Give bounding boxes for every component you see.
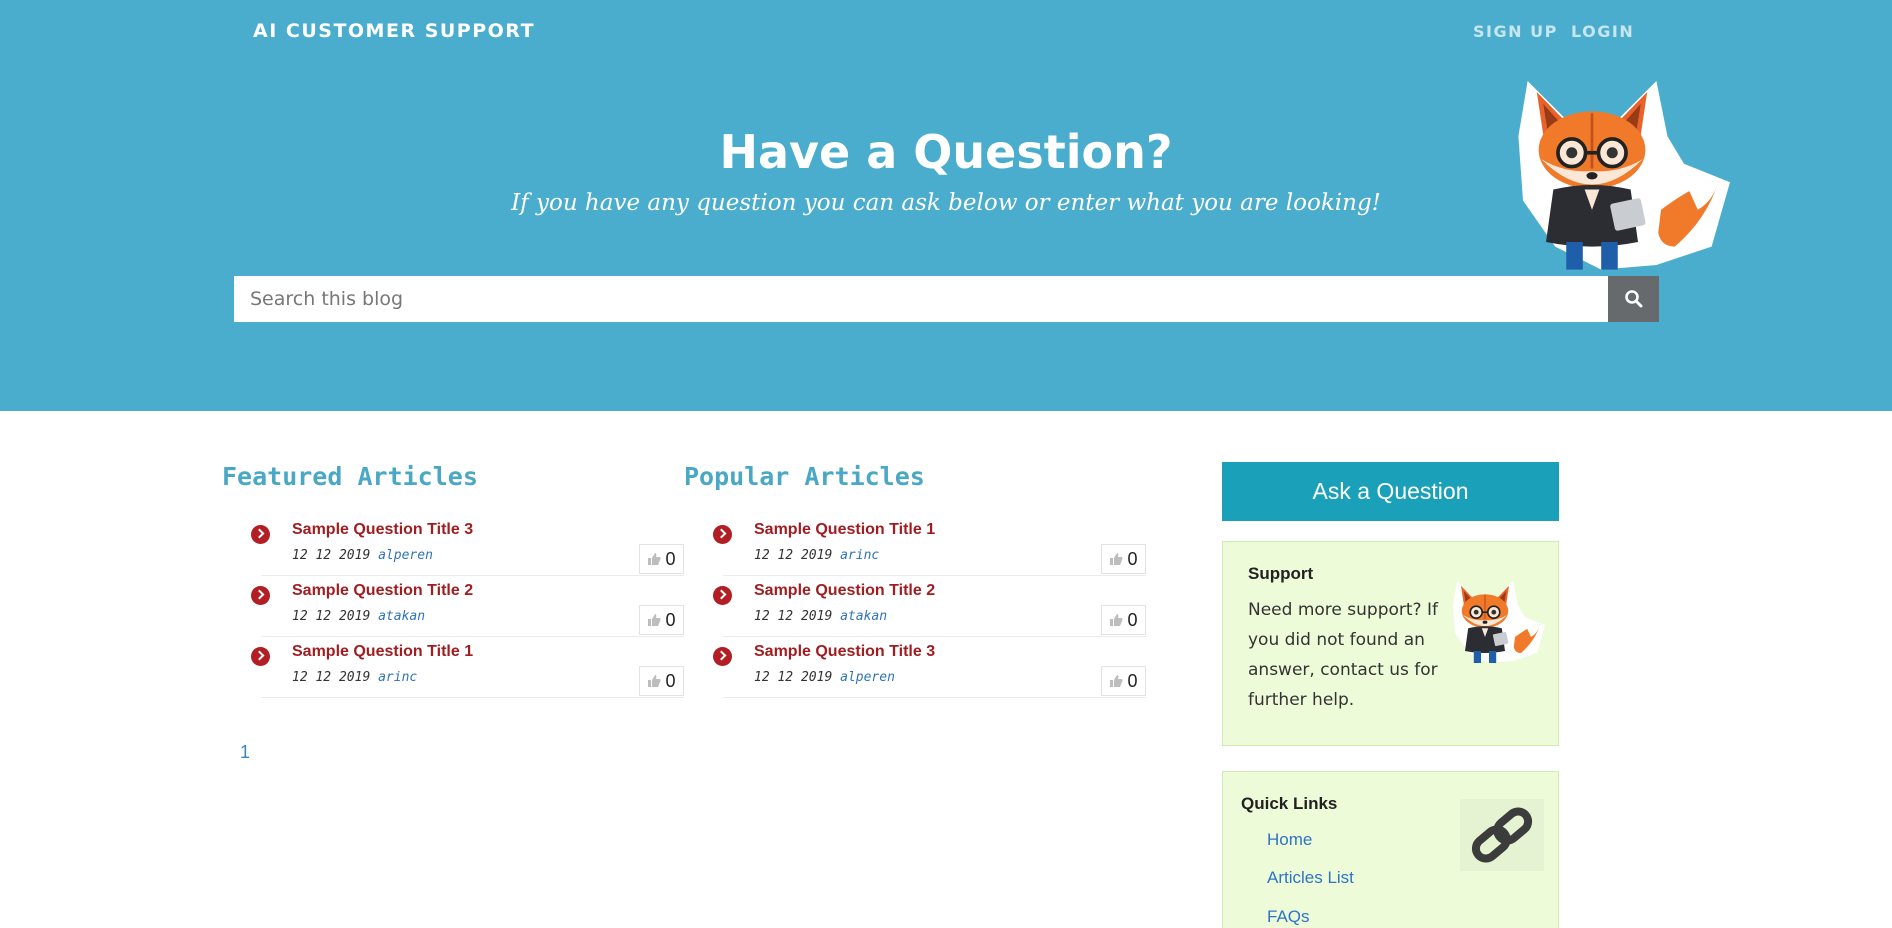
chevron-right-icon [251,586,270,605]
chevron-right-icon [251,647,270,666]
thumbs-up-icon [1110,614,1123,626]
search-button[interactable] [1608,276,1659,322]
like-count: 0 [665,609,676,630]
article-date: 12 12 2019 [754,548,833,563]
list-item: Sample Question Title 2 12 12 2019 ataka… [251,576,684,637]
quick-link-home[interactable]: Home [1267,830,1312,850]
hero-subtitle: If you have any question you can ask bel… [511,190,1381,216]
pagination-page-link[interactable]: 1 [240,742,250,763]
article-meta: 12 12 2019 arinc [754,548,879,563]
featured-articles-title: Featured Articles [222,462,478,491]
like-count: 0 [665,670,676,691]
support-panel: Support Need more support? If you did no… [1222,541,1559,746]
site-logo[interactable]: AI CUSTOMER SUPPORT [253,20,535,42]
support-text: Need more support? If you did not found … [1248,600,1438,710]
article-title-link[interactable]: Sample Question Title 1 [292,643,473,661]
link-icon [1460,799,1544,871]
ask-question-button[interactable]: Ask a Question [1222,462,1559,521]
article-author-link[interactable]: atakan [378,609,425,624]
article-meta: 12 12 2019 arinc [292,670,417,685]
article-title-link[interactable]: Sample Question Title 3 [292,521,473,539]
chevron-right-icon [713,647,732,666]
quick-links-panel: Quick Links Home Articles List FAQs [1222,771,1559,928]
article-author-link[interactable]: atakan [840,609,887,624]
article-meta: 12 12 2019 alperen [292,548,433,563]
article-title-link[interactable]: Sample Question Title 2 [292,582,473,600]
quick-links-title: Quick Links [1241,794,1338,813]
list-item: Sample Question Title 3 12 12 2019 alper… [251,515,684,576]
like-button[interactable]: 0 [639,544,684,574]
featured-articles-list: Sample Question Title 3 12 12 2019 alper… [251,515,684,698]
article-author-link[interactable]: alperen [378,548,433,563]
thumbs-up-icon [648,614,661,626]
article-meta: 12 12 2019 alperen [754,670,895,685]
article-title-link[interactable]: Sample Question Title 1 [754,521,935,539]
article-title-link[interactable]: Sample Question Title 3 [754,643,935,661]
quick-link-faqs[interactable]: FAQs [1267,907,1310,927]
article-date: 12 12 2019 [292,609,371,624]
login-link[interactable]: LOGIN [1571,22,1634,41]
fox-mascot-icon [1452,580,1545,664]
chevron-right-icon [713,586,732,605]
article-author-link[interactable]: arinc [378,670,417,685]
article-date: 12 12 2019 [754,670,833,685]
thumbs-up-icon [648,675,661,687]
thumbs-up-icon [648,553,661,565]
signup-link[interactable]: SIGN UP [1473,22,1558,41]
like-count: 0 [1127,548,1138,569]
chevron-right-icon [713,525,732,544]
list-item: Sample Question Title 1 12 12 2019 arinc… [713,515,1146,576]
search-input[interactable] [234,276,1611,322]
article-meta: 12 12 2019 atakan [292,609,425,624]
like-button[interactable]: 0 [1101,605,1146,635]
popular-articles-list: Sample Question Title 1 12 12 2019 arinc… [713,515,1146,698]
thumbs-up-icon [1110,553,1123,565]
hero-banner: AI CUSTOMER SUPPORT SIGN UP LOGIN Have a… [0,0,1892,411]
article-author-link[interactable]: alperen [840,670,895,685]
like-button[interactable]: 0 [639,605,684,635]
article-date: 12 12 2019 [292,670,371,685]
hero-title: Have a Question? [719,125,1173,179]
list-item: Sample Question Title 3 12 12 2019 alper… [713,637,1146,698]
quick-link-articles-list[interactable]: Articles List [1267,868,1354,888]
support-title: Support [1248,564,1314,583]
like-button[interactable]: 0 [639,666,684,696]
popular-articles-title: Popular Articles [684,462,925,491]
like-count: 0 [1127,670,1138,691]
chevron-right-icon [251,525,270,544]
article-meta: 12 12 2019 atakan [754,609,887,624]
like-count: 0 [1127,609,1138,630]
article-date: 12 12 2019 [754,609,833,624]
list-item: Sample Question Title 2 12 12 2019 ataka… [713,576,1146,637]
article-author-link[interactable]: arinc [840,548,879,563]
article-title-link[interactable]: Sample Question Title 2 [754,582,935,600]
article-date: 12 12 2019 [292,548,371,563]
thumbs-up-icon [1110,675,1123,687]
like-button[interactable]: 0 [1101,666,1146,696]
like-button[interactable]: 0 [1101,544,1146,574]
search-icon [1624,290,1642,308]
list-item: Sample Question Title 1 12 12 2019 arinc… [251,637,684,698]
like-count: 0 [665,548,676,569]
